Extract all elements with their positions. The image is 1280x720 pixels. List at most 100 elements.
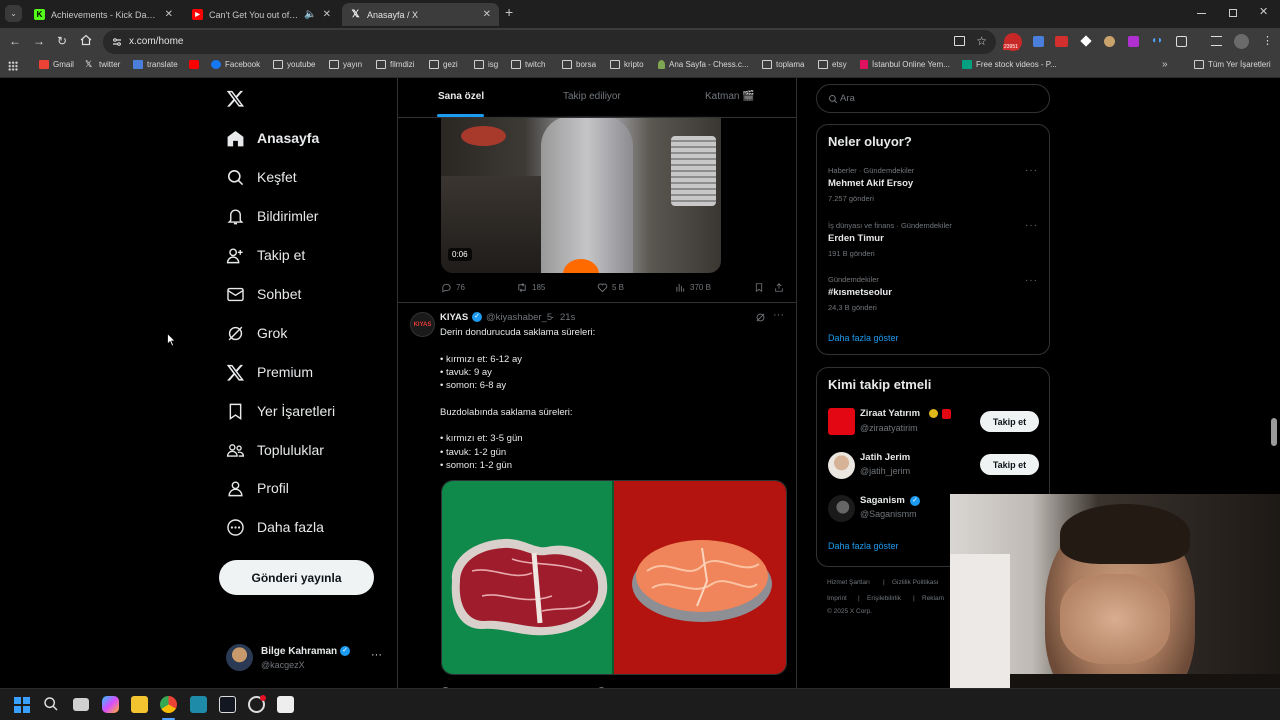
all-bookmarks[interactable]: Tüm Yer İşaretleri <box>1194 60 1271 69</box>
bookmark-kripto[interactable]: kripto <box>610 60 644 69</box>
extension-wave-icon[interactable]: ◖◗ <box>1151 35 1163 46</box>
nav-explore[interactable]: Keşfet <box>226 162 297 192</box>
suggestion-name[interactable]: Ziraat Yatırım <box>860 408 920 419</box>
account-switcher[interactable]: Bilge Kahraman ✓ @kacgezX ··· <box>226 643 386 673</box>
nav-messages[interactable]: Sohbet <box>226 279 301 309</box>
close-icon[interactable]: ✕ <box>165 9 173 20</box>
footer-link[interactable]: Erişilebilirlik <box>867 595 901 602</box>
nav-bookmarks[interactable]: Yer İşaretleri <box>226 396 335 426</box>
translate-extension-icon[interactable] <box>1033 36 1044 47</box>
footer-link[interactable]: Gizlilik Politikası <box>892 579 939 586</box>
profile-avatar[interactable] <box>1234 34 1249 49</box>
repost-button[interactable]: 185 <box>516 282 545 293</box>
tab-search-button[interactable]: ⌄ <box>5 5 22 22</box>
trend-more-icon[interactable]: ··· <box>1025 165 1038 176</box>
close-icon[interactable]: ✕ <box>483 9 491 20</box>
tweet-avatar[interactable]: KIYAS <box>410 312 435 337</box>
nav-grok[interactable]: Grok <box>226 318 287 348</box>
new-tab-icon[interactable]: + <box>505 4 513 20</box>
minimize-icon[interactable] <box>1197 13 1206 14</box>
app-doc-icon[interactable] <box>277 696 294 713</box>
share-icon[interactable] <box>774 282 784 293</box>
bookmark-twitter[interactable]: 𝕏twitter <box>85 60 120 70</box>
who-show-more[interactable]: Daha fazla göster <box>828 541 899 551</box>
file-explorer-icon[interactable] <box>131 696 148 713</box>
tab-for-you[interactable]: Sana özel <box>438 91 484 102</box>
trend-name[interactable]: #kısmetseolur <box>828 287 892 298</box>
windows-start-icon[interactable] <box>14 697 30 713</box>
avatar[interactable] <box>828 495 855 522</box>
bookmark-twitch[interactable]: twitch <box>511 60 545 69</box>
tweet-more-icon[interactable]: ··· <box>773 309 784 321</box>
restore-icon[interactable] <box>1229 9 1237 17</box>
avatar[interactable] <box>828 408 855 435</box>
extensions-puzzle-icon[interactable] <box>1176 36 1187 47</box>
nav-communities[interactable]: Topluluklar <box>226 435 324 465</box>
apps-grid-icon[interactable] <box>8 61 18 71</box>
post-button[interactable]: Gönderi yayınla <box>219 560 374 595</box>
bookmark-chess[interactable]: Ana Sayfa - Chess.c... <box>658 60 749 69</box>
nav-premium[interactable]: Premium <box>226 357 313 387</box>
bookmark-star-icon[interactable]: ☆ <box>976 34 987 48</box>
forward-icon[interactable]: → <box>33 34 45 48</box>
tweet-image[interactable] <box>441 480 787 675</box>
bookmark-filmdizi[interactable]: filmdizi <box>376 60 414 69</box>
bookmark-etsy[interactable]: etsy <box>818 60 847 69</box>
trend-more-icon[interactable]: ··· <box>1025 220 1038 231</box>
bookmark-yayin[interactable]: yayın <box>329 60 362 69</box>
footer-link[interactable]: Imprint <box>827 595 847 602</box>
tweet-time[interactable]: 21s <box>560 312 575 323</box>
search-input[interactable]: Ara <box>816 84 1050 113</box>
grok-explain-icon[interactable] <box>755 312 766 323</box>
x-logo-icon[interactable] <box>226 89 245 108</box>
tab-katman[interactable]: Katman 🎬 <box>705 91 755 102</box>
views-button[interactable]: 370 B <box>675 282 711 293</box>
bookmark-gmail[interactable]: Gmail <box>39 60 74 69</box>
reply-button[interactable]: 76 <box>441 282 465 293</box>
reload-icon[interactable]: ↻ <box>57 34 67 48</box>
bookmark-gezi[interactable]: gezi <box>429 60 458 69</box>
browser-tab-kick[interactable]: K Achievements - Kick Dashboard ✕ <box>26 3 181 26</box>
tab-following[interactable]: Takip ediliyor <box>563 91 621 102</box>
follow-button[interactable]: Takip et <box>980 411 1039 432</box>
footer-link[interactable]: Reklam <box>922 595 944 602</box>
bookmark-toplama[interactable]: toplama <box>762 60 804 69</box>
site-info-icon[interactable] <box>112 37 122 47</box>
browser-tab-youtube[interactable]: ▶ Can't Get You out of My He 🔈 ✕ <box>184 3 339 26</box>
more-bookmarks-icon[interactable]: » <box>1162 59 1168 70</box>
nav-notifications[interactable]: Bildirimler <box>226 201 318 231</box>
browser-tab-x[interactable]: 𝕏 Anasayfa / X ✕ <box>342 3 499 26</box>
browser-menu-icon[interactable]: ⋮ <box>1262 34 1273 47</box>
extension-diamond-icon[interactable] <box>1080 35 1092 47</box>
chrome-icon[interactable] <box>160 696 177 713</box>
extension-purple-icon[interactable] <box>1128 36 1139 47</box>
address-bar[interactable]: x.com/home ☆ <box>103 30 996 54</box>
taskbar-search-icon[interactable] <box>43 696 59 712</box>
bookmark-borsa[interactable]: borsa <box>562 60 596 69</box>
close-window-icon[interactable]: ✕ <box>1259 5 1268 18</box>
speaker-icon[interactable]: 🔈 <box>304 9 316 20</box>
install-app-icon[interactable] <box>954 36 965 46</box>
avatar[interactable] <box>828 452 855 479</box>
trend-more-icon[interactable]: ··· <box>1025 275 1038 286</box>
copilot-icon[interactable] <box>102 696 119 713</box>
bookmark-facebook[interactable]: Facebook <box>211 60 260 69</box>
trends-show-more[interactable]: Daha fazla göster <box>828 333 899 343</box>
video-player[interactable]: 0:06 <box>441 116 721 273</box>
bookmark-pexels[interactable]: Free stock videos - P... <box>962 60 1057 69</box>
nav-home[interactable]: Anasayfa <box>226 123 319 153</box>
suggestion-name[interactable]: Saganism <box>860 495 905 506</box>
back-icon[interactable]: ← <box>9 34 21 48</box>
bookmark-tweet-icon[interactable] <box>754 282 764 293</box>
nav-profile[interactable]: Profil <box>226 473 289 503</box>
close-icon[interactable]: ✕ <box>323 9 331 20</box>
page-scrollbar[interactable] <box>1271 418 1277 446</box>
app-teal-icon[interactable] <box>190 696 207 713</box>
like-button[interactable]: 5 B <box>597 282 624 293</box>
trend-name[interactable]: Erden Timur <box>828 233 884 244</box>
adblock-extension-icon[interactable] <box>1055 36 1068 47</box>
reading-list-icon[interactable] <box>1211 36 1222 46</box>
extension-cookie-icon[interactable] <box>1104 36 1115 47</box>
follow-button[interactable]: Takip et <box>980 454 1039 475</box>
home-icon[interactable] <box>80 34 92 46</box>
